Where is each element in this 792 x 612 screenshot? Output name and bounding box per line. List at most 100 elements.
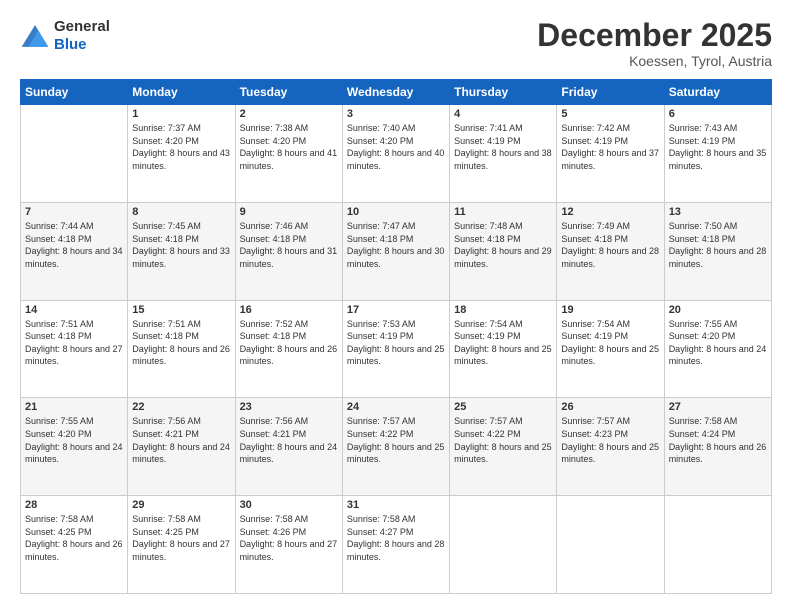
calendar-cell: 14 Sunrise: 7:51 AMSunset: 4:18 PMDayligh… bbox=[21, 300, 128, 398]
day-number: 29 bbox=[132, 499, 230, 511]
cell-info: Sunrise: 7:44 AMSunset: 4:18 PMDaylight:… bbox=[25, 220, 123, 270]
calendar-cell: 21Sunrise: 7:55 AMSunset: 4:20 PMDayligh… bbox=[21, 398, 128, 496]
calendar-cell: 7 Sunrise: 7:44 AMSunset: 4:18 PMDaylight… bbox=[21, 202, 128, 300]
cell-info: Sunrise: 7:57 AMSunset: 4:22 PMDaylight:… bbox=[454, 415, 552, 465]
logo-blue: Blue bbox=[54, 36, 110, 54]
day-number: 5 bbox=[561, 108, 659, 120]
calendar-cell: 6 Sunrise: 7:43 AMSunset: 4:19 PMDaylight… bbox=[664, 105, 771, 203]
calendar-cell: 11 Sunrise: 7:48 AMSunset: 4:18 PMDayligh… bbox=[450, 202, 557, 300]
cell-info: Sunrise: 7:58 AMSunset: 4:25 PMDaylight:… bbox=[25, 513, 123, 563]
day-header-wednesday: Wednesday bbox=[342, 80, 449, 105]
calendar-cell: 26 Sunrise: 7:57 AMSunset: 4:23 PMDayligh… bbox=[557, 398, 664, 496]
day-number: 10 bbox=[347, 206, 445, 218]
calendar-cell bbox=[21, 105, 128, 203]
calendar-cell: 27Sunrise: 7:58 AMSunset: 4:24 PMDayligh… bbox=[664, 398, 771, 496]
cell-info: Sunrise: 7:58 AMSunset: 4:24 PMDaylight:… bbox=[669, 415, 767, 465]
day-number: 12 bbox=[561, 206, 659, 218]
day-number: 13 bbox=[669, 206, 767, 218]
cell-info: Sunrise: 7:51 AMSunset: 4:18 PMDaylight:… bbox=[25, 318, 123, 368]
day-number: 31 bbox=[347, 499, 445, 511]
calendar-cell: 25 Sunrise: 7:57 AMSunset: 4:22 PMDayligh… bbox=[450, 398, 557, 496]
day-number: 18 bbox=[454, 304, 552, 316]
cell-info: Sunrise: 7:48 AMSunset: 4:18 PMDaylight:… bbox=[454, 220, 552, 270]
cell-info: Sunrise: 7:43 AMSunset: 4:19 PMDaylight:… bbox=[669, 122, 767, 172]
cell-info: Sunrise: 7:46 AMSunset: 4:18 PMDaylight:… bbox=[240, 220, 338, 270]
calendar-cell: 18 Sunrise: 7:54 AMSunset: 4:19 PMDayligh… bbox=[450, 300, 557, 398]
day-header-saturday: Saturday bbox=[664, 80, 771, 105]
day-number: 22 bbox=[132, 401, 230, 413]
day-number: 14 bbox=[25, 304, 123, 316]
day-header-monday: Monday bbox=[128, 80, 235, 105]
cell-info: Sunrise: 7:49 AMSunset: 4:18 PMDaylight:… bbox=[561, 220, 659, 270]
calendar-week-5: 28Sunrise: 7:58 AMSunset: 4:25 PMDayligh… bbox=[21, 496, 772, 594]
day-number: 24 bbox=[347, 401, 445, 413]
cell-info: Sunrise: 7:54 AMSunset: 4:19 PMDaylight:… bbox=[561, 318, 659, 368]
calendar-cell: 9 Sunrise: 7:46 AMSunset: 4:18 PMDaylight… bbox=[235, 202, 342, 300]
calendar-week-3: 14 Sunrise: 7:51 AMSunset: 4:18 PMDayligh… bbox=[21, 300, 772, 398]
day-number: 9 bbox=[240, 206, 338, 218]
calendar-cell: 15Sunrise: 7:51 AMSunset: 4:18 PMDayligh… bbox=[128, 300, 235, 398]
cell-info: Sunrise: 7:38 AMSunset: 4:20 PMDaylight:… bbox=[240, 122, 338, 172]
day-number: 21 bbox=[25, 401, 123, 413]
calendar-cell: 10 Sunrise: 7:47 AMSunset: 4:18 PMDayligh… bbox=[342, 202, 449, 300]
calendar-cell: 20Sunrise: 7:55 AMSunset: 4:20 PMDayligh… bbox=[664, 300, 771, 398]
month-title: December 2025 bbox=[537, 18, 772, 53]
day-number: 3 bbox=[347, 108, 445, 120]
day-number: 6 bbox=[669, 108, 767, 120]
cell-info: Sunrise: 7:58 AMSunset: 4:27 PMDaylight:… bbox=[347, 513, 445, 563]
calendar-cell: 31 Sunrise: 7:58 AMSunset: 4:27 PMDayligh… bbox=[342, 496, 449, 594]
day-header-thursday: Thursday bbox=[450, 80, 557, 105]
cell-info: Sunrise: 7:50 AMSunset: 4:18 PMDaylight:… bbox=[669, 220, 767, 270]
calendar-week-4: 21Sunrise: 7:55 AMSunset: 4:20 PMDayligh… bbox=[21, 398, 772, 496]
cell-info: Sunrise: 7:47 AMSunset: 4:18 PMDaylight:… bbox=[347, 220, 445, 270]
day-number: 1 bbox=[132, 108, 230, 120]
calendar-cell: 12 Sunrise: 7:49 AMSunset: 4:18 PMDayligh… bbox=[557, 202, 664, 300]
day-number: 7 bbox=[25, 206, 123, 218]
cell-info: Sunrise: 7:41 AMSunset: 4:19 PMDaylight:… bbox=[454, 122, 552, 172]
calendar-cell: 16Sunrise: 7:52 AMSunset: 4:18 PMDayligh… bbox=[235, 300, 342, 398]
cell-info: Sunrise: 7:54 AMSunset: 4:19 PMDaylight:… bbox=[454, 318, 552, 368]
cell-info: Sunrise: 7:45 AMSunset: 4:18 PMDaylight:… bbox=[132, 220, 230, 270]
day-number: 20 bbox=[669, 304, 767, 316]
day-number: 17 bbox=[347, 304, 445, 316]
day-number: 26 bbox=[561, 401, 659, 413]
location: Koessen, Tyrol, Austria bbox=[537, 53, 772, 69]
day-number: 30 bbox=[240, 499, 338, 511]
day-header-sunday: Sunday bbox=[21, 80, 128, 105]
logo-general: General bbox=[54, 18, 110, 36]
calendar-table: SundayMondayTuesdayWednesdayThursdayFrid… bbox=[20, 79, 772, 594]
calendar-cell: 30 Sunrise: 7:58 AMSunset: 4:26 PMDayligh… bbox=[235, 496, 342, 594]
cell-info: Sunrise: 7:57 AMSunset: 4:23 PMDaylight:… bbox=[561, 415, 659, 465]
calendar-cell bbox=[450, 496, 557, 594]
cell-info: Sunrise: 7:51 AMSunset: 4:18 PMDaylight:… bbox=[132, 318, 230, 368]
calendar-header-row: SundayMondayTuesdayWednesdayThursdayFrid… bbox=[21, 80, 772, 105]
title-block: December 2025 Koessen, Tyrol, Austria bbox=[537, 18, 772, 69]
cell-info: Sunrise: 7:56 AMSunset: 4:21 PMDaylight:… bbox=[132, 415, 230, 465]
day-number: 11 bbox=[454, 206, 552, 218]
calendar-cell bbox=[664, 496, 771, 594]
day-number: 8 bbox=[132, 206, 230, 218]
cell-info: Sunrise: 7:58 AMSunset: 4:26 PMDaylight:… bbox=[240, 513, 338, 563]
calendar-cell: 3 Sunrise: 7:40 AMSunset: 4:20 PMDaylight… bbox=[342, 105, 449, 203]
cell-info: Sunrise: 7:42 AMSunset: 4:19 PMDaylight:… bbox=[561, 122, 659, 172]
cell-info: Sunrise: 7:57 AMSunset: 4:22 PMDaylight:… bbox=[347, 415, 445, 465]
calendar-week-1: 1 Sunrise: 7:37 AMSunset: 4:20 PMDaylight… bbox=[21, 105, 772, 203]
calendar-cell: 24 Sunrise: 7:57 AMSunset: 4:22 PMDayligh… bbox=[342, 398, 449, 496]
calendar-cell: 22 Sunrise: 7:56 AMSunset: 4:21 PMDayligh… bbox=[128, 398, 235, 496]
calendar-cell: 29Sunrise: 7:58 AMSunset: 4:25 PMDayligh… bbox=[128, 496, 235, 594]
calendar-cell: 5 Sunrise: 7:42 AMSunset: 4:19 PMDaylight… bbox=[557, 105, 664, 203]
day-number: 25 bbox=[454, 401, 552, 413]
cell-info: Sunrise: 7:40 AMSunset: 4:20 PMDaylight:… bbox=[347, 122, 445, 172]
calendar-cell: 19Sunrise: 7:54 AMSunset: 4:19 PMDayligh… bbox=[557, 300, 664, 398]
logo-icon bbox=[20, 23, 50, 49]
calendar-cell: 28Sunrise: 7:58 AMSunset: 4:25 PMDayligh… bbox=[21, 496, 128, 594]
day-header-tuesday: Tuesday bbox=[235, 80, 342, 105]
logo-text: General Blue bbox=[54, 18, 110, 54]
cell-info: Sunrise: 7:53 AMSunset: 4:19 PMDaylight:… bbox=[347, 318, 445, 368]
cell-info: Sunrise: 7:56 AMSunset: 4:21 PMDaylight:… bbox=[240, 415, 338, 465]
calendar-cell: 17 Sunrise: 7:53 AMSunset: 4:19 PMDayligh… bbox=[342, 300, 449, 398]
day-number: 16 bbox=[240, 304, 338, 316]
day-number: 2 bbox=[240, 108, 338, 120]
cell-info: Sunrise: 7:37 AMSunset: 4:20 PMDaylight:… bbox=[132, 122, 230, 172]
calendar-week-2: 7 Sunrise: 7:44 AMSunset: 4:18 PMDaylight… bbox=[21, 202, 772, 300]
